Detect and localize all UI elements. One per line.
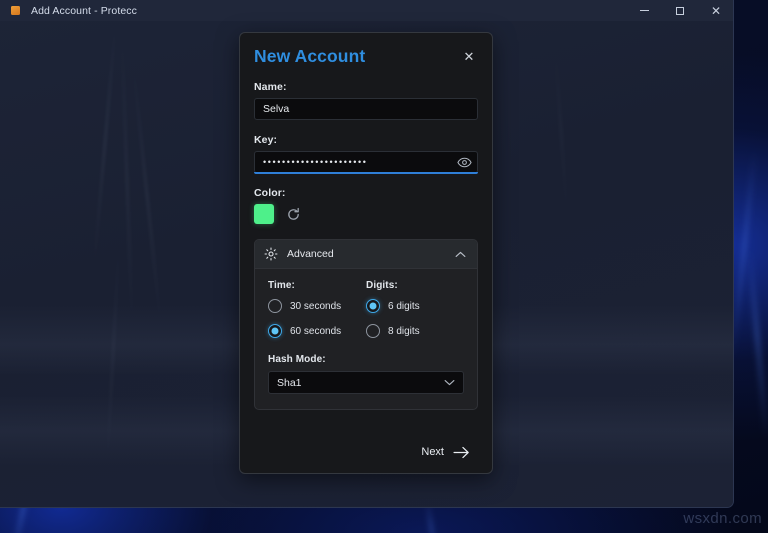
close-icon: ✕ <box>710 3 722 18</box>
color-label: Color: <box>254 187 286 199</box>
next-button[interactable]: Next <box>415 441 476 464</box>
dialog-content: New Account ✕ Name: Selva Key: •••••••••… <box>240 33 492 473</box>
hash-mode-select[interactable]: Sha1 <box>268 371 464 394</box>
window-title: Add Account - Protecc <box>31 4 137 17</box>
chevron-up-icon[interactable] <box>453 247 467 261</box>
radio-digits-8-label: 8 digits <box>388 325 420 337</box>
advanced-header[interactable]: Advanced <box>255 240 477 269</box>
time-group: Time: 30 seconds 60 seconds <box>268 280 366 338</box>
chevron-down-icon <box>444 379 455 386</box>
advanced-options-columns: Time: 30 seconds 60 seconds Digits: 6 di… <box>268 280 464 338</box>
desktop-background: Add Account - Protecc ✕ New Account ✕ Na… <box>0 0 768 533</box>
advanced-title: Advanced <box>287 248 334 260</box>
hash-mode-label: Hash Mode: <box>268 354 326 365</box>
key-label: Key: <box>254 134 278 146</box>
dialog-footer: Next <box>240 431 492 473</box>
radio-icon-selected <box>268 324 282 338</box>
close-window-button[interactable]: ✕ <box>698 0 733 21</box>
gear-icon <box>264 247 278 261</box>
time-label: Time: <box>268 280 295 291</box>
watermark: wsxdn.com <box>683 510 762 527</box>
advanced-body: Time: 30 seconds 60 seconds Digits: 6 di… <box>255 269 477 409</box>
dialog-close-button[interactable]: ✕ <box>460 47 478 65</box>
digits-label: Digits: <box>366 280 398 291</box>
digits-group: Digits: 6 digits 8 digits <box>366 280 464 338</box>
key-input-value: •••••••••••••••••••••• <box>263 157 368 167</box>
app-icon <box>11 6 20 15</box>
next-button-label: Next <box>421 446 444 458</box>
radio-time-30-label: 30 seconds <box>290 300 342 312</box>
name-label: Name: <box>254 81 287 93</box>
new-account-dialog: New Account ✕ Name: Selva Key: •••••••••… <box>239 32 493 474</box>
color-row <box>254 204 478 224</box>
advanced-card: Advanced Time: 30 seconds 60 seconds Dig… <box>254 239 478 410</box>
minimize-icon <box>639 10 649 11</box>
radio-icon-selected <box>366 299 380 313</box>
app-window: Add Account - Protecc ✕ New Account ✕ Na… <box>0 0 734 508</box>
radio-time-60[interactable]: 60 seconds <box>268 324 366 338</box>
close-icon: ✕ <box>463 48 475 64</box>
refresh-icon[interactable] <box>285 206 302 223</box>
arrow-right-icon <box>453 446 470 459</box>
name-input[interactable]: Selva <box>254 98 478 120</box>
radio-time-60-label: 60 seconds <box>290 325 342 337</box>
radio-icon <box>366 324 380 338</box>
wallpaper-streak <box>747 250 768 440</box>
color-swatch[interactable] <box>254 204 274 224</box>
maximize-icon <box>676 6 684 15</box>
dialog-header: New Account ✕ <box>254 46 478 67</box>
radio-time-30[interactable]: 30 seconds <box>268 299 366 313</box>
radio-digits-8[interactable]: 8 digits <box>366 324 464 338</box>
name-input-value: Selva <box>263 103 290 115</box>
radio-digits-6-label: 6 digits <box>388 300 420 312</box>
minimize-button[interactable] <box>626 0 662 21</box>
radio-digits-6[interactable]: 6 digits <box>366 299 464 313</box>
dialog-title: New Account <box>254 46 366 66</box>
key-input[interactable]: •••••••••••••••••••••• <box>254 151 478 174</box>
radio-icon <box>268 299 282 313</box>
hash-mode-value: Sha1 <box>277 376 302 389</box>
maximize-button[interactable] <box>662 0 698 21</box>
title-bar: Add Account - Protecc ✕ <box>0 0 733 21</box>
eye-icon[interactable] <box>456 156 472 170</box>
key-focus-underline <box>254 172 478 174</box>
